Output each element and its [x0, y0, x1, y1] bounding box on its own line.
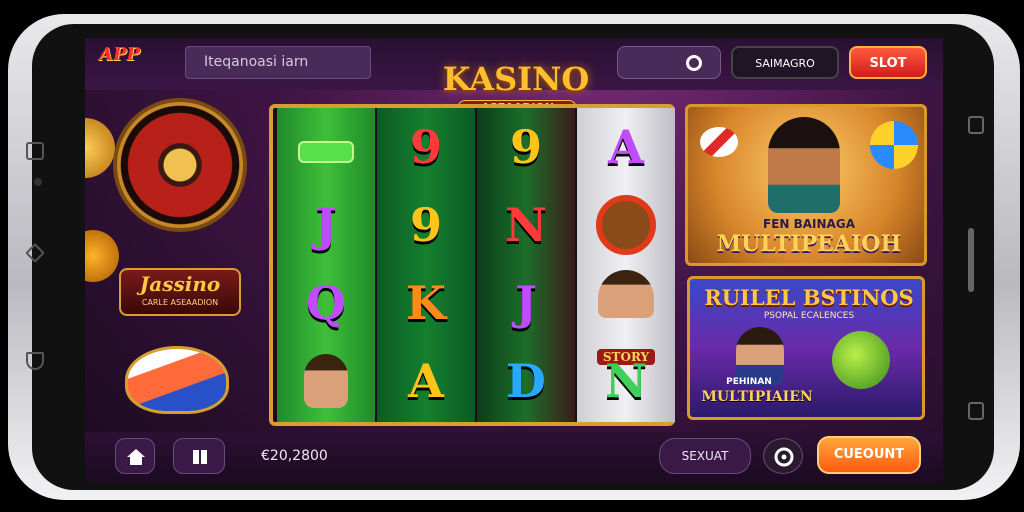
bar-symbol-icon: [298, 141, 354, 163]
reel-symbol: [277, 108, 375, 186]
game-screen: APP Iteqanoasi iarn SAIMAGRO SLOT KASINO…: [85, 38, 943, 482]
reel-2: 9 9 K A: [377, 108, 475, 422]
slot-button[interactable]: SLOT: [849, 46, 927, 79]
reel-symbol: N: [604, 354, 648, 408]
no-symbol-icon: [596, 195, 656, 255]
left-logo-text: Jassino: [139, 272, 221, 296]
promo-bonus-small: PEHINAN: [726, 377, 772, 387]
reel-symbol: J: [315, 198, 337, 252]
menu-button[interactable]: [173, 438, 225, 474]
mascot-icon: [832, 331, 890, 389]
reel-symbol: 9: [409, 198, 442, 252]
reel-symbol: STORY: [577, 264, 675, 365]
search-input[interactable]: Iteqanoasi iarn: [185, 46, 371, 79]
reel-1: J Q: [277, 108, 375, 422]
roulette-wheel[interactable]: [113, 98, 247, 232]
spin-label: CUEOUNT: [833, 447, 905, 462]
app-logo[interactable]: APP: [99, 44, 140, 65]
reel-symbol: [277, 342, 375, 420]
promo-card-multiplier[interactable]: FEN BAINAGA MULTIPEAIOH: [685, 104, 927, 266]
settings-button[interactable]: [763, 438, 803, 474]
reel-4: A STORY N: [577, 108, 675, 422]
reel-symbol: D: [506, 354, 546, 408]
coin-decoration: [85, 118, 115, 178]
reel-symbol: N: [504, 198, 548, 252]
select-label: SEXUAT: [681, 449, 729, 463]
reel-symbol: 9: [509, 120, 542, 174]
chip-stack-icon: [125, 346, 229, 414]
reel-symbol: K: [406, 276, 446, 330]
reel-frame: J Q 9 9 K A 9 N J D A STORY N: [269, 104, 675, 426]
reel-symbol: [577, 186, 675, 264]
balance-display: €20,2800: [261, 448, 328, 464]
reel-symbol: J: [515, 276, 537, 330]
promo-bonus-title: RUILEL BSTINOS: [704, 285, 914, 310]
character-icon: [598, 270, 654, 318]
promo-small-label: FEN BAINAGA: [763, 217, 855, 231]
camera-dot: [34, 178, 42, 186]
left-logo-badge[interactable]: Jassino CARLE ASEAADION: [119, 268, 241, 316]
home-icon: [127, 449, 145, 465]
shield-icon: [26, 352, 44, 370]
gear-icon: [774, 447, 794, 467]
side-button[interactable]: [968, 402, 984, 420]
ball-icon: [870, 121, 918, 169]
bottom-bar: €20,2800 SEXUAT CUEOUNT: [85, 432, 943, 482]
promo-big-label: MULTIPEAIOH: [716, 231, 902, 257]
account-button[interactable]: SAIMAGRO: [731, 46, 839, 79]
reel-3: 9 N J D: [477, 108, 575, 422]
reel-symbol: Q: [305, 276, 347, 330]
character-portrait: [768, 117, 840, 213]
grid-icon: [193, 450, 207, 464]
reel-symbol: A: [408, 354, 444, 408]
select-button[interactable]: SEXUAT: [659, 438, 751, 474]
promo-card-bonus[interactable]: RUILEL BSTINOS PSOPAL ECALENCES PEHINAN …: [687, 276, 925, 420]
spin-button[interactable]: CUEOUNT: [817, 436, 921, 474]
slot-label: SLOT: [869, 56, 907, 71]
volume-rocker[interactable]: [968, 228, 974, 292]
promo-bonus-subtitle: PSOPAL ECALENCES: [763, 311, 855, 321]
reel-symbol: 9: [409, 120, 442, 174]
power-button[interactable]: [968, 116, 984, 134]
chip-icon: [686, 55, 702, 71]
left-logo-subtext: CARLE ASEAADION: [141, 298, 219, 307]
character-icon: [304, 354, 348, 408]
promo-bonus-big: MULTIPIAIEN: [701, 389, 813, 405]
candy-icon: [700, 127, 738, 157]
reel-symbol: A: [608, 120, 644, 174]
account-label: SAIMAGRO: [755, 57, 815, 70]
home-button[interactable]: [115, 438, 155, 474]
chip-button[interactable]: [617, 46, 721, 79]
game-title: KASINO: [442, 60, 590, 98]
square-icon: [26, 142, 44, 160]
coin-decoration: [85, 230, 119, 282]
